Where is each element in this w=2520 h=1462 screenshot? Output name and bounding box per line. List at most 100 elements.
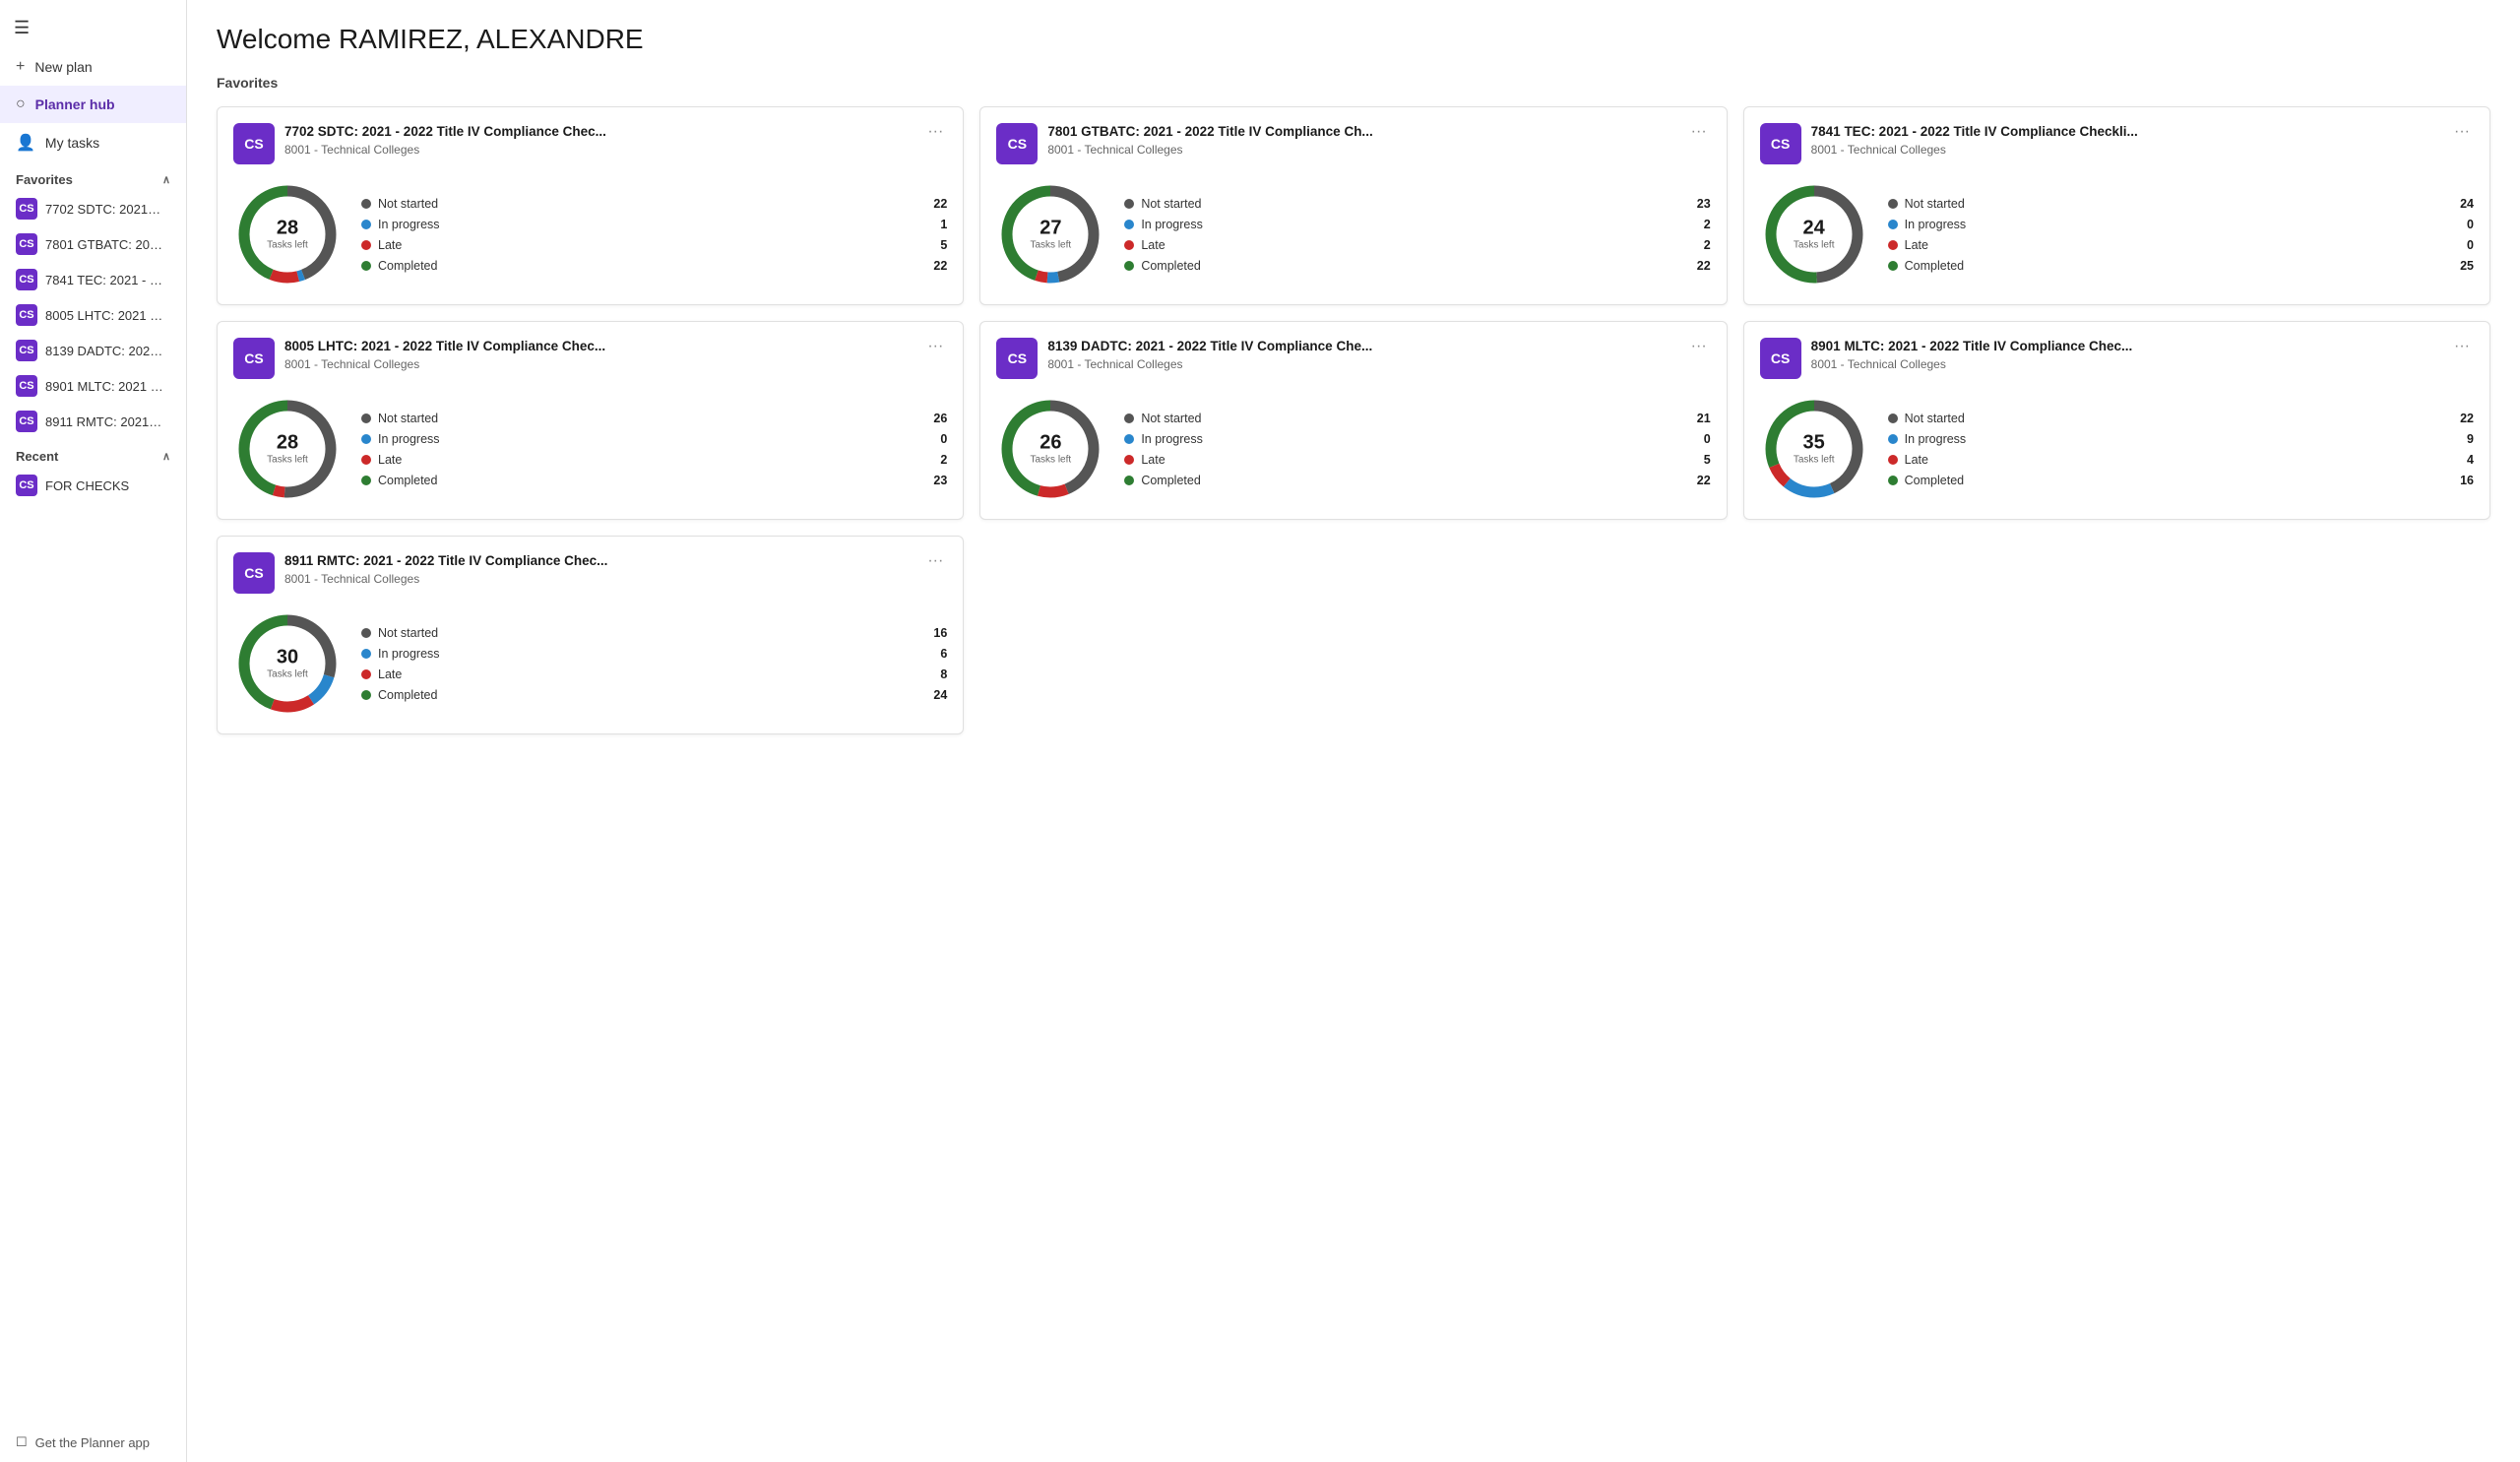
card-cs-badge: CS [233,123,275,164]
completed-count: 22 [1691,474,1711,487]
favorites-chevron[interactable]: ∧ [162,173,170,186]
sidebar-new-plan-label: New plan [34,59,92,75]
late-count: 5 [927,238,947,252]
legend-left-not-started: Not started [361,412,438,425]
sidebar-item-my-tasks[interactable]: 👤 My tasks [0,123,186,162]
completed-label: Completed [1905,474,1964,487]
sidebar: ☰ + New plan ○ Planner hub 👤 My tasks Fa… [0,0,187,1462]
card-legend: Not started 26 In progress 0 Late [361,412,947,487]
legend-row-late: Late 5 [1124,453,1710,467]
not-started-dot [361,413,371,423]
sidebar-item-fav2[interactable]: CS 7801 GTBATC: 2021 - 20... [0,226,186,262]
recent-section-label: Recent [16,449,58,464]
late-dot [1124,455,1134,465]
card-title-block: 7801 GTBATC: 2021 - 2022 Title IV Compli… [1047,123,1372,157]
tasks-left-label: Tasks left [1030,455,1071,466]
card-title: 7702 SDTC: 2021 - 2022 Title IV Complian… [284,123,606,141]
legend-row-not-started: Not started 16 [361,626,947,640]
sidebar-item-fav5[interactable]: CS 8139 DADTC: 2021 - 20... [0,333,186,368]
card-subtitle: 8001 - Technical Colleges [1047,357,1372,371]
legend-left-completed: Completed [1888,474,1964,487]
completed-dot [361,690,371,700]
in-progress-dot [1888,220,1898,229]
card-title: 7801 GTBATC: 2021 - 2022 Title IV Compli… [1047,123,1372,141]
legend-row-late: Late 2 [1124,238,1710,252]
planner-app-icon: ☐ [16,1434,28,1450]
sidebar-item-rec1[interactable]: CS FOR CHECKS [0,468,186,503]
completed-count: 22 [1691,259,1711,273]
sidebar-plan-label: 8139 DADTC: 2021 - 20... [45,344,163,358]
legend-row-in-progress: In progress 0 [1888,218,2474,231]
card-more-button[interactable]: ··· [923,123,947,141]
card-more-button[interactable]: ··· [923,552,947,570]
card-header-left: CS 7841 TEC: 2021 - 2022 Title IV Compli… [1760,123,2138,164]
card-cs-badge: CS [1760,123,1801,164]
not-started-label: Not started [378,626,438,640]
tasks-left-label: Tasks left [267,669,308,680]
legend-row-late: Late 2 [361,453,947,467]
card-title: 8911 RMTC: 2021 - 2022 Title IV Complian… [284,552,607,570]
favorites-section-header: Favorites ∧ [0,162,186,191]
not-started-count: 22 [2454,412,2474,425]
completed-count: 22 [927,259,947,273]
hamburger-icon[interactable]: ☰ [0,8,186,48]
late-dot [1888,455,1898,465]
legend-left-completed: Completed [361,474,437,487]
plan-card-card1: CS 7702 SDTC: 2021 - 2022 Title IV Compl… [217,106,964,305]
card-cs-badge: CS [996,123,1038,164]
main-content: Welcome RAMIREZ, ALEXANDRE Favorites CS … [187,0,2520,1462]
legend-row-not-started: Not started 22 [361,197,947,211]
card-header: CS 8139 DADTC: 2021 - 2022 Title IV Comp… [996,338,1710,379]
completed-count: 16 [2454,474,2474,487]
in-progress-count: 0 [2454,218,2474,231]
get-planner-app[interactable]: ☐ Get the Planner app [0,1423,186,1462]
sidebar-item-fav6[interactable]: CS 8901 MLTC: 2021 - 2022... [0,368,186,404]
sidebar-item-fav3[interactable]: CS 7841 TEC: 2021 - 2022 T... [0,262,186,297]
tasks-left-label: Tasks left [267,455,308,466]
not-started-label: Not started [1905,412,1965,425]
legend-row-late: Late 4 [1888,453,2474,467]
cs-badge: CS [16,269,37,290]
person-icon: 👤 [16,133,35,153]
card-body: 35 Tasks left Not started 22 In progress [1760,395,2474,503]
legend-row-not-started: Not started 26 [361,412,947,425]
plan-card-card7: CS 8911 RMTC: 2021 - 2022 Title IV Compl… [217,536,964,734]
not-started-dot [361,628,371,638]
donut-center: 30 Tasks left [267,648,308,680]
sidebar-item-new-plan[interactable]: + New plan [0,48,186,86]
legend-left-late: Late [361,238,402,252]
in-progress-label: In progress [1905,432,1967,446]
sidebar-item-planner-hub[interactable]: ○ Planner hub [0,86,186,123]
tasks-left-number: 35 [1794,433,1835,453]
legend-left-in-progress: In progress [1888,218,1967,231]
not-started-count: 24 [2454,197,2474,211]
card-header-left: CS 8005 LHTC: 2021 - 2022 Title IV Compl… [233,338,605,379]
sidebar-item-fav4[interactable]: CS 8005 LHTC: 2021 - 2022... [0,297,186,333]
sidebar-item-fav7[interactable]: CS 8911 RMTC: 2021 - 202... [0,404,186,439]
card-more-button[interactable]: ··· [1687,123,1711,141]
card-more-button[interactable]: ··· [2450,123,2474,141]
card-body: 24 Tasks left Not started 24 In progress [1760,180,2474,288]
completed-dot [361,476,371,485]
recent-chevron[interactable]: ∧ [162,450,170,463]
tasks-left-label: Tasks left [1794,240,1835,251]
tasks-left-number: 28 [267,219,308,238]
completed-label: Completed [378,259,437,273]
completed-label: Completed [1905,259,1964,273]
card-header-left: CS 7702 SDTC: 2021 - 2022 Title IV Compl… [233,123,606,164]
late-label: Late [1141,453,1165,467]
card-more-button[interactable]: ··· [923,338,947,355]
cs-badge: CS [16,475,37,496]
card-legend: Not started 23 In progress 2 Late [1124,197,1710,273]
legend-left-late: Late [361,453,402,467]
late-dot [361,240,371,250]
card-more-button[interactable]: ··· [1687,338,1711,355]
card-more-button[interactable]: ··· [2450,338,2474,355]
sidebar-item-fav1[interactable]: CS 7702 SDTC: 2021 - 2022... [0,191,186,226]
legend-left-not-started: Not started [1888,412,1965,425]
card-legend: Not started 16 In progress 6 Late [361,626,947,702]
planner-app-label: Get the Planner app [35,1435,150,1450]
completed-label: Completed [378,474,437,487]
plan-card-card5: CS 8139 DADTC: 2021 - 2022 Title IV Comp… [979,321,1727,520]
not-started-label: Not started [378,412,438,425]
